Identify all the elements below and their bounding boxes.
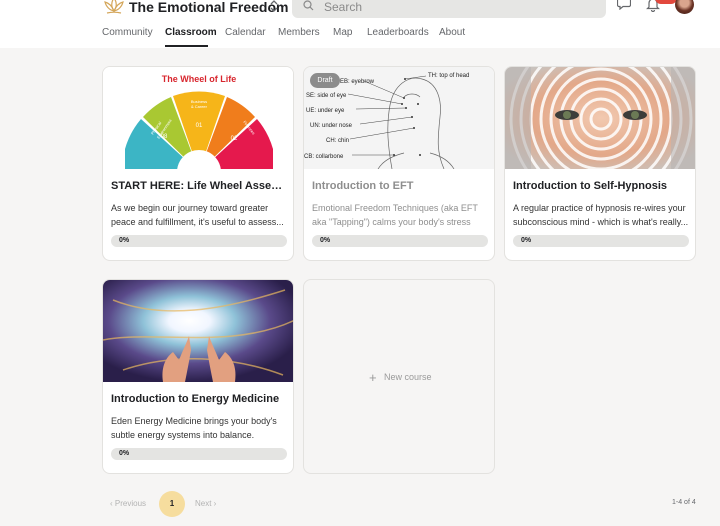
- chevron-right-icon: ›: [211, 499, 217, 508]
- eft-point-chin: CH: chin: [326, 138, 349, 144]
- course-card-eft[interactable]: EB: eyebrow SE: side of eye UE: under ey…: [303, 66, 495, 261]
- course-image-hypnosis-spiral: [505, 67, 695, 169]
- active-tab-indicator: [165, 45, 208, 47]
- classroom-nav: Community Classroom Calendar Members Map…: [0, 24, 720, 48]
- course-title[interactable]: Introduction to Self-Hypnosis: [513, 180, 689, 192]
- notification-badge[interactable]: [655, 0, 677, 4]
- course-image-wheel-of-life: The Wheel of Life 08 01 02 Business & Ca…: [103, 67, 293, 169]
- plus-icon: +: [369, 370, 377, 385]
- tab-calendar[interactable]: Calendar: [225, 27, 266, 38]
- course-title[interactable]: START HERE: Life Wheel Assess...: [111, 180, 287, 192]
- tab-members[interactable]: Members: [278, 27, 320, 38]
- avatar[interactable]: [675, 0, 694, 14]
- draft-badge: Draft: [310, 73, 340, 88]
- tab-leaderboards[interactable]: Leaderboards: [367, 27, 429, 38]
- segment-num-02: 02: [231, 136, 238, 142]
- course-progress-bar: 0%: [513, 235, 689, 247]
- new-course-label: New course: [384, 372, 432, 382]
- lotus-logo-icon[interactable]: [103, 0, 125, 16]
- search-placeholder: Search: [324, 0, 363, 14]
- course-title[interactable]: Introduction to Energy Medicine: [111, 393, 287, 405]
- page-button-1[interactable]: 1: [159, 491, 185, 517]
- progress-label: 0%: [119, 450, 130, 457]
- segment-num-01: 01: [196, 123, 203, 129]
- course-image-energy-hands: [103, 280, 293, 382]
- eft-point-under-nose: UN: under nose: [310, 123, 353, 129]
- tab-community[interactable]: Community: [102, 27, 153, 38]
- course-card-self-hypnosis[interactable]: Introduction to Self-Hypnosis A regular …: [504, 66, 696, 261]
- course-card-life-wheel[interactable]: The Wheel of Life 08 01 02 Business & Ca…: [102, 66, 294, 261]
- course-description: Eden Energy Medicine brings your body's …: [111, 416, 277, 440]
- course-image-eft-points: EB: eyebrow SE: side of eye UE: under ey…: [304, 67, 494, 169]
- search-icon: [303, 0, 314, 11]
- course-title[interactable]: Introduction to EFT: [312, 180, 488, 192]
- course-progress-bar: 0%: [312, 235, 488, 247]
- eft-point-collarbone: CB: collarbone: [304, 154, 344, 160]
- pagination-previous[interactable]: ‹ Previous: [110, 499, 146, 508]
- course-description: A regular practice of hypnosis re-wires …: [513, 203, 689, 227]
- eft-point-top-of-head: TH: top of head: [428, 73, 469, 79]
- page-count: 1-4 of 4: [672, 499, 696, 506]
- course-progress-bar: 0%: [111, 448, 287, 460]
- tab-classroom[interactable]: Classroom: [165, 27, 217, 38]
- svg-text:& Career: & Career: [191, 104, 208, 109]
- eft-point-under-eye: UE: under eye: [306, 108, 345, 114]
- pagination-next[interactable]: Next ›: [195, 499, 216, 508]
- chevron-updown-icon[interactable]: [268, 0, 280, 14]
- tab-about[interactable]: About: [439, 27, 465, 38]
- chat-icon[interactable]: [617, 0, 631, 10]
- next-label: Next: [195, 499, 212, 508]
- previous-label: Previous: [114, 499, 147, 508]
- wheel-heading: The Wheel of Life: [162, 74, 237, 84]
- course-card-energy-medicine[interactable]: Introduction to Energy Medicine Eden Ene…: [102, 279, 294, 474]
- eft-point-eyebrow: EB: eyebrow: [340, 79, 375, 85]
- progress-label: 0%: [119, 237, 130, 244]
- eft-point-side-of-eye: SE: side of eye: [306, 93, 347, 99]
- course-description: As we begin our journey toward greater p…: [111, 203, 284, 227]
- course-description: Emotional Freedom Techniques (aka EFT ak…: [312, 203, 478, 227]
- progress-label: 0%: [320, 237, 331, 244]
- search-input[interactable]: Search: [292, 0, 606, 18]
- progress-label: 0%: [521, 237, 532, 244]
- new-course-button[interactable]: + New course: [303, 279, 495, 474]
- course-progress-bar: 0%: [111, 235, 287, 247]
- tab-map[interactable]: Map: [333, 27, 352, 38]
